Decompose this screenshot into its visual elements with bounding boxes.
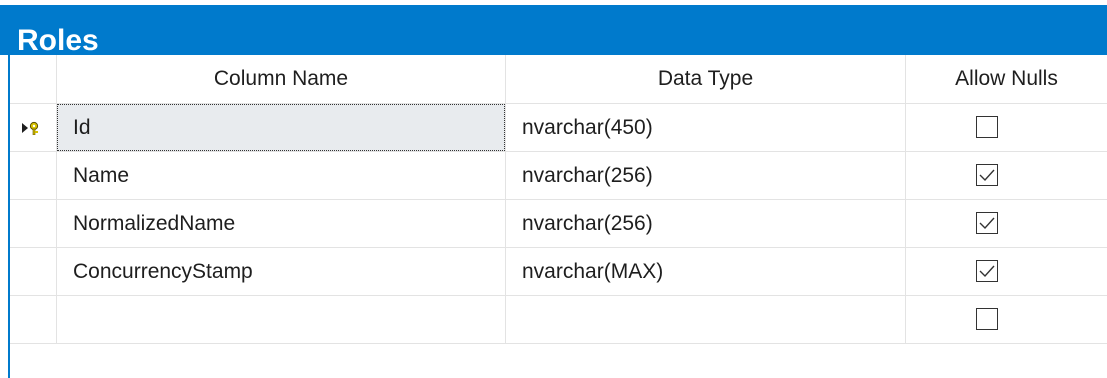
allow-nulls-checkbox[interactable] bbox=[976, 260, 998, 282]
columns-grid: Column Name Data Type Allow Nulls Id nva… bbox=[10, 55, 1107, 378]
table-title-bar[interactable]: Roles bbox=[0, 5, 1107, 57]
checkmark-icon bbox=[979, 265, 995, 278]
table-designer-window: Roles Column Name Data Type Allow Nulls bbox=[0, 0, 1107, 378]
column-name-cell[interactable]: ConcurrencyStamp bbox=[57, 248, 503, 296]
allow-nulls-checkbox[interactable] bbox=[976, 308, 998, 330]
checkmark-icon bbox=[979, 217, 995, 230]
column-name-header[interactable]: Column Name bbox=[57, 55, 505, 103]
allow-nulls-header[interactable]: Allow Nulls bbox=[906, 55, 1107, 103]
allow-nulls-checkbox[interactable] bbox=[976, 116, 998, 138]
column-name-cell[interactable]: NormalizedName bbox=[57, 200, 503, 248]
column-name-cell[interactable]: Name bbox=[57, 152, 503, 200]
data-type-cell[interactable]: nvarchar(MAX) bbox=[506, 248, 902, 296]
data-type-cell[interactable]: nvarchar(256) bbox=[506, 200, 902, 248]
table-title: Roles bbox=[17, 24, 99, 57]
data-type-cell[interactable]: nvarchar(256) bbox=[506, 152, 902, 200]
column-name-cell-empty[interactable] bbox=[57, 296, 503, 344]
data-type-header[interactable]: Data Type bbox=[506, 55, 905, 103]
allow-nulls-checkbox[interactable] bbox=[976, 212, 998, 234]
data-type-cell-empty[interactable] bbox=[506, 296, 902, 344]
key-arrow-icon bbox=[22, 121, 44, 140]
checkmark-icon bbox=[979, 169, 995, 182]
column-name-cell[interactable]: Id bbox=[57, 104, 503, 152]
data-type-cell[interactable]: nvarchar(450) bbox=[506, 104, 902, 152]
allow-nulls-checkbox[interactable] bbox=[976, 164, 998, 186]
